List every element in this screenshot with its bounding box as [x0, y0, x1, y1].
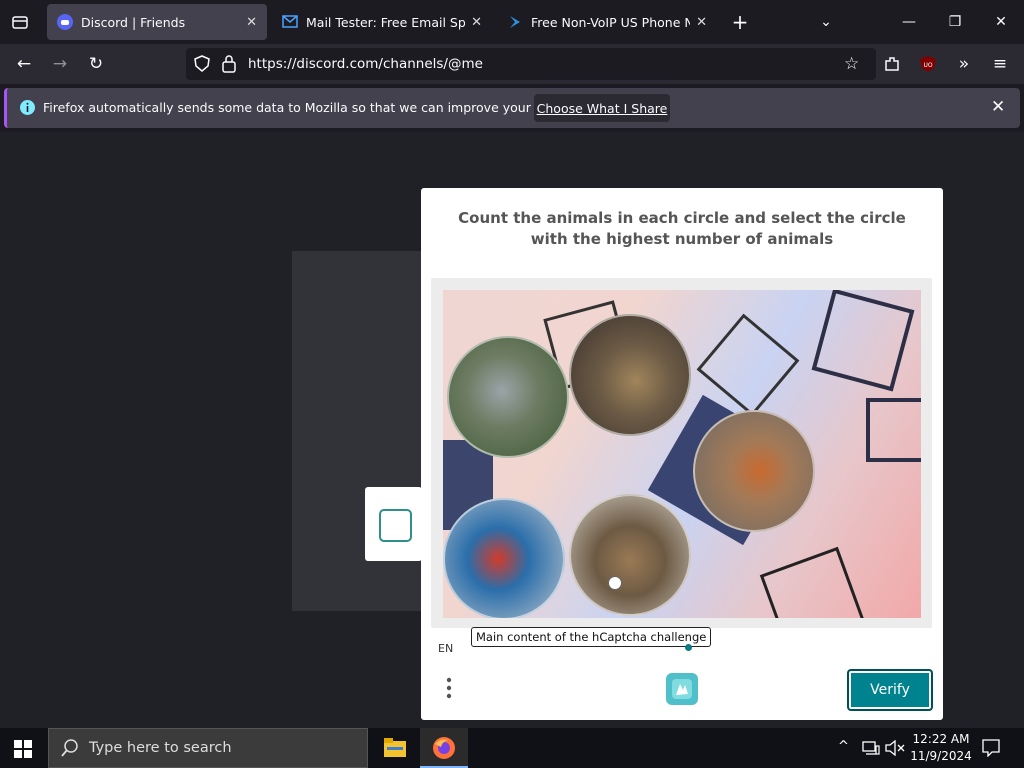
network-icon[interactable]: [862, 740, 880, 760]
clock-time: 12:22 AM: [912, 732, 970, 746]
tab-phone-numbers[interactable]: Free Non-VoIP US Phone Numb ✕: [497, 4, 717, 40]
clock-date: 11/9/2024: [910, 749, 972, 763]
volume-muted-icon[interactable]: [885, 739, 905, 760]
windows-start-icon[interactable]: [14, 740, 32, 762]
svg-text:UO: UO: [923, 62, 932, 69]
tab-overview-icon[interactable]: [6, 8, 34, 36]
address-bar[interactable]: https://discord.com/channels/@me ☆: [186, 48, 876, 80]
circle-hen[interactable]: [693, 410, 815, 532]
lock-icon[interactable]: [222, 55, 236, 77]
tab-label: Mail Tester: Free Email Spam Ch: [306, 14, 466, 30]
shield-icon[interactable]: [194, 55, 210, 77]
navigation-toolbar: ← → ↻ https://discord.com/channels/@me ☆…: [0, 44, 1024, 84]
reload-icon[interactable]: ↻: [82, 50, 110, 78]
firefox-taskbar-button[interactable]: [420, 728, 468, 768]
notification-bar: Firefox automatically sends some data to…: [4, 88, 1020, 128]
hcaptcha-logo-icon: [665, 672, 699, 706]
new-tab-icon[interactable]: +: [717, 0, 763, 44]
discord-icon: [57, 14, 73, 30]
hamburger-menu-icon[interactable]: ≡: [986, 50, 1014, 78]
search-placeholder: Type here to search: [89, 740, 232, 756]
close-tab-icon[interactable]: ✕: [471, 15, 482, 30]
tab-label: Free Non-VoIP US Phone Numb: [531, 14, 691, 30]
show-hidden-icons-chevron-icon[interactable]: ^: [838, 739, 849, 754]
selection-marker: [608, 576, 622, 590]
taskbar: Type here to search ^ 12:22 AM 11/9/2024: [0, 728, 1024, 768]
tab-mail-tester[interactable]: Mail Tester: Free Email Spam Ch ✕: [272, 4, 492, 40]
close-tab-icon[interactable]: ✕: [696, 15, 707, 30]
more-tools-chevrons-icon[interactable]: »: [950, 50, 978, 78]
challenge-prompt: Count the animals in each circle and sel…: [458, 209, 906, 248]
tab-label: Discord | Friends: [81, 14, 186, 30]
back-icon[interactable]: ←: [10, 50, 38, 78]
ublock-origin-icon[interactable]: UO: [914, 50, 942, 78]
url-text[interactable]: https://discord.com/channels/@me: [248, 56, 483, 72]
choose-what-i-share-button[interactable]: Choose What I Share: [534, 94, 670, 122]
tab-strip: Discord | Friends ✕ Mail Tester: Free Em…: [0, 0, 1024, 44]
firefox-icon: [433, 737, 455, 759]
verify-button[interactable]: Verify: [847, 669, 933, 711]
info-icon: [20, 100, 35, 119]
mail-icon: [282, 14, 298, 30]
phone-icon: [507, 14, 523, 30]
close-notification-icon[interactable]: ✕: [991, 97, 1005, 117]
language-selector[interactable]: EN: [438, 642, 453, 655]
circle-owls[interactable]: [569, 494, 691, 616]
search-icon: [61, 739, 79, 761]
discord-background-card: [292, 251, 422, 611]
circle-macaw[interactable]: [443, 498, 565, 618]
close-window-icon[interactable]: ✕: [978, 0, 1024, 44]
circle-parrot[interactable]: [447, 336, 569, 458]
extensions-puzzle-icon[interactable]: [878, 50, 906, 78]
maximize-icon[interactable]: ❐: [932, 0, 978, 44]
circle-owl[interactable]: [569, 314, 691, 436]
hcaptcha-challenge: Count the animals in each circle and sel…: [421, 188, 943, 720]
forward-icon[interactable]: →: [46, 50, 74, 78]
menu-kebab-icon[interactable]: [445, 676, 453, 704]
taskbar-search-box[interactable]: Type here to search: [48, 728, 368, 768]
notification-text: Firefox automatically sends some data to…: [43, 100, 609, 115]
minimize-icon[interactable]: —: [886, 0, 932, 44]
captcha-checkbox[interactable]: [379, 509, 412, 542]
notifications-icon[interactable]: [982, 739, 1000, 761]
progress-dot: [685, 644, 692, 651]
close-tab-icon[interactable]: ✕: [246, 15, 257, 30]
challenge-tooltip: Main content of the hCaptcha challenge: [471, 627, 712, 647]
system-clock[interactable]: 12:22 AM 11/9/2024: [906, 731, 976, 765]
file-explorer-icon[interactable]: [384, 738, 406, 762]
discord-checkbox-card: [365, 487, 422, 561]
challenge-image[interactable]: [443, 290, 921, 618]
tab-discord[interactable]: Discord | Friends ✕: [47, 4, 267, 40]
list-tabs-chevron-icon[interactable]: ⌄: [803, 0, 849, 44]
challenge-image-frame: Main content of the hCaptcha challenge: [431, 278, 932, 647]
bookmark-star-icon[interactable]: ☆: [844, 54, 859, 74]
